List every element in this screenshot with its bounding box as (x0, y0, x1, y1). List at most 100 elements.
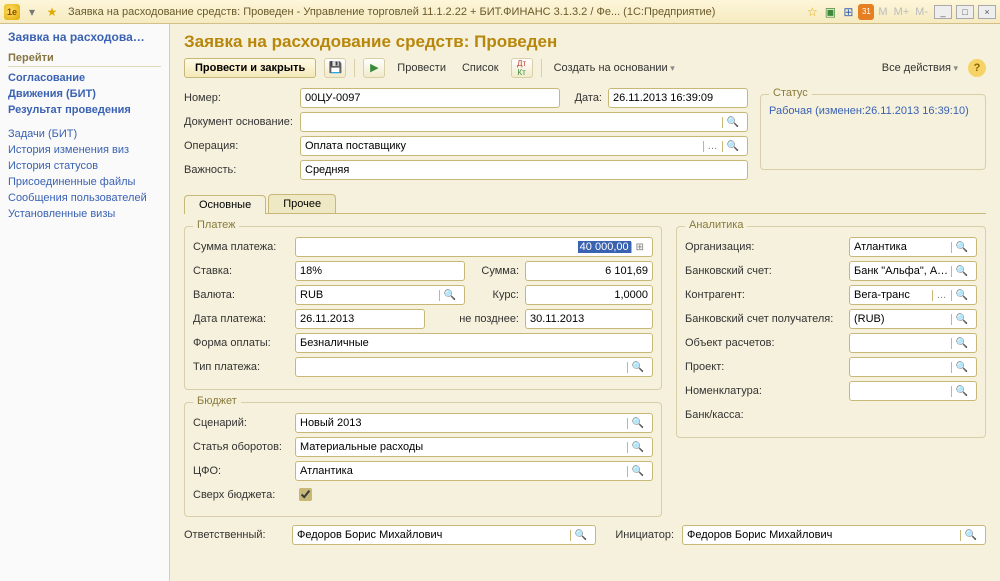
currency-lookup-icon[interactable]: 🔍 (439, 290, 460, 301)
contragent-lookup-icon[interactable]: 🔍 (951, 290, 972, 301)
currency-input[interactable]: RUB🔍 (295, 285, 465, 305)
rate-input[interactable]: 18% (295, 261, 465, 281)
project-input[interactable]: 🔍 (849, 357, 977, 377)
operation-label: Операция: (184, 140, 294, 152)
org-input[interactable]: Атлантика🔍 (849, 237, 977, 257)
calc-obj-label: Объект расчетов: (685, 337, 843, 349)
nomenclature-input[interactable]: 🔍 (849, 381, 977, 401)
status-text[interactable]: Рабочая (изменен:26.11.2013 16:39:10) (769, 105, 977, 117)
sidebar-link-attachments[interactable]: Присоединенные файлы (8, 174, 161, 190)
bank-acc-lookup-icon[interactable]: 🔍 (951, 266, 972, 277)
amount-input[interactable]: 40 000,00⊞ (295, 237, 653, 257)
initiator-input[interactable]: Федоров Борис Михайлович🔍 (682, 525, 986, 545)
responsible-lookup-icon[interactable]: 🔍 (570, 530, 591, 541)
doc-base-input[interactable]: 🔍 (300, 112, 748, 132)
number-input[interactable]: 00ЦУ-0097 (300, 88, 560, 108)
date-label: Дата: (566, 92, 602, 104)
operation-input[interactable]: Оплата поставщику…🔍 (300, 136, 748, 156)
initiator-label: Инициатор: (604, 529, 674, 541)
post-and-close-button[interactable]: Провести и закрыть (184, 58, 316, 78)
course-input[interactable]: 1,0000 (525, 285, 653, 305)
importance-input[interactable]: Средняя (300, 160, 748, 180)
dt-kt-icon[interactable]: ДтКт (511, 58, 533, 78)
initiator-lookup-icon[interactable]: 🔍 (960, 530, 981, 541)
budget-group: Бюджет Сценарий: Новый 2013🔍 Статья обор… (184, 402, 662, 517)
responsible-label: Ответственный: (184, 529, 284, 541)
responsible-input[interactable]: Федоров Борис Михайлович🔍 (292, 525, 596, 545)
post-link[interactable]: Провести (393, 60, 450, 76)
doc-base-lookup-icon[interactable]: 🔍 (722, 117, 743, 128)
sidebar-link-visa-history[interactable]: История изменения виз (8, 142, 161, 158)
create-based-dropdown[interactable]: Создать на основании (550, 60, 679, 76)
bank-cash-label: Банк/касса: (685, 409, 843, 421)
calendar-icon[interactable]: 31 (858, 4, 874, 20)
sidebar-title: Заявка на расходова… (8, 30, 161, 44)
post-icon[interactable]: ▶ (363, 58, 385, 78)
scenario-input[interactable]: Новый 2013🔍 (295, 413, 653, 433)
recv-bank-input[interactable]: (RUB)🔍 (849, 309, 977, 329)
pay-type-input[interactable]: 🔍 (295, 357, 653, 377)
sidebar: Заявка на расходова… Перейти Согласовани… (0, 24, 170, 581)
list-link[interactable]: Список (458, 60, 503, 76)
scenario-lookup-icon[interactable]: 🔍 (627, 418, 648, 429)
contragent-input[interactable]: Вега-транс…🔍 (849, 285, 977, 305)
calc-obj-lookup-icon[interactable]: 🔍 (951, 338, 972, 349)
sidebar-link-post-result[interactable]: Результат проведения (8, 102, 161, 118)
history-dropdown[interactable]: ▾ (24, 4, 40, 20)
maximize-button[interactable]: □ (956, 5, 974, 19)
minimize-button[interactable]: _ (934, 5, 952, 19)
budget-legend: Бюджет (193, 395, 241, 407)
turnover-input[interactable]: Материальные расходы🔍 (295, 437, 653, 457)
operation-lookup-icon[interactable]: 🔍 (722, 141, 743, 152)
due-label: не позднее: (431, 313, 519, 325)
favorites-icon[interactable]: ★ (44, 4, 60, 20)
pay-type-lookup-icon[interactable]: 🔍 (627, 362, 648, 373)
cfo-lookup-icon[interactable]: 🔍 (627, 466, 648, 477)
turnover-lookup-icon[interactable]: 🔍 (627, 442, 648, 453)
status-legend: Статус (769, 87, 812, 99)
bank-acc-input[interactable]: Банк "Альфа", Атлантика🔍 (849, 261, 977, 281)
rate-label: Ставка: (193, 265, 289, 277)
amount-calc-icon[interactable]: ⊞ (631, 242, 648, 253)
contragent-select-icon[interactable]: … (932, 290, 951, 301)
amount-label: Сумма платежа: (193, 241, 289, 253)
help-button[interactable]: ? (968, 59, 986, 77)
save-icon[interactable]: 💾 (324, 58, 346, 78)
pay-date-input[interactable]: 26.11.2013 (295, 309, 425, 329)
sidebar-link-user-messages[interactable]: Сообщения пользователей (8, 190, 161, 206)
sum-input[interactable]: 6 101,69 (525, 261, 653, 281)
sidebar-link-movements[interactable]: Движения (БИТ) (8, 86, 161, 102)
memory-m-minus[interactable]: M- (913, 6, 930, 18)
app-logo: 1e (4, 4, 20, 20)
memory-m-plus[interactable]: M+ (892, 6, 912, 18)
nomenclature-lookup-icon[interactable]: 🔍 (951, 386, 972, 397)
sidebar-link-set-visas[interactable]: Установленные визы (8, 206, 161, 222)
date-input[interactable]: 26.11.2013 16:39:09 (608, 88, 748, 108)
operation-select-icon[interactable]: … (703, 141, 722, 152)
pay-form-input[interactable]: Безналичные (295, 333, 653, 353)
link-icon[interactable]: ▣ (822, 4, 838, 20)
memory-m[interactable]: M (876, 6, 889, 18)
sidebar-link-status-history[interactable]: История статусов (8, 158, 161, 174)
calc-icon[interactable]: ⊞ (840, 4, 856, 20)
titlebar: 1e ▾ ★ Заявка на расходование средств: П… (0, 0, 1000, 24)
tab-other[interactable]: Прочее (268, 194, 336, 213)
recv-bank-lookup-icon[interactable]: 🔍 (951, 314, 972, 325)
sidebar-link-tasks[interactable]: Задачи (БИТ) (8, 126, 161, 142)
close-button[interactable]: × (978, 5, 996, 19)
due-input[interactable]: 30.11.2013 (525, 309, 653, 329)
payment-legend: Платеж (193, 219, 239, 231)
analytics-group: Аналитика Организация: Атлантика🔍 Банков… (676, 226, 986, 438)
all-actions-dropdown[interactable]: Все действия (878, 60, 962, 76)
sum-label: Сумма: (471, 265, 519, 277)
over-budget-checkbox[interactable] (299, 488, 312, 501)
favorite-toggle-icon[interactable]: ☆ (804, 4, 820, 20)
sidebar-link-approval[interactable]: Согласование (8, 70, 161, 86)
project-lookup-icon[interactable]: 🔍 (951, 362, 972, 373)
tab-main[interactable]: Основные (184, 195, 266, 214)
bank-cash-input (849, 405, 977, 425)
calc-obj-input[interactable]: 🔍 (849, 333, 977, 353)
cfo-input[interactable]: Атлантика🔍 (295, 461, 653, 481)
pay-date-label: Дата платежа: (193, 313, 289, 325)
org-lookup-icon[interactable]: 🔍 (951, 242, 972, 253)
